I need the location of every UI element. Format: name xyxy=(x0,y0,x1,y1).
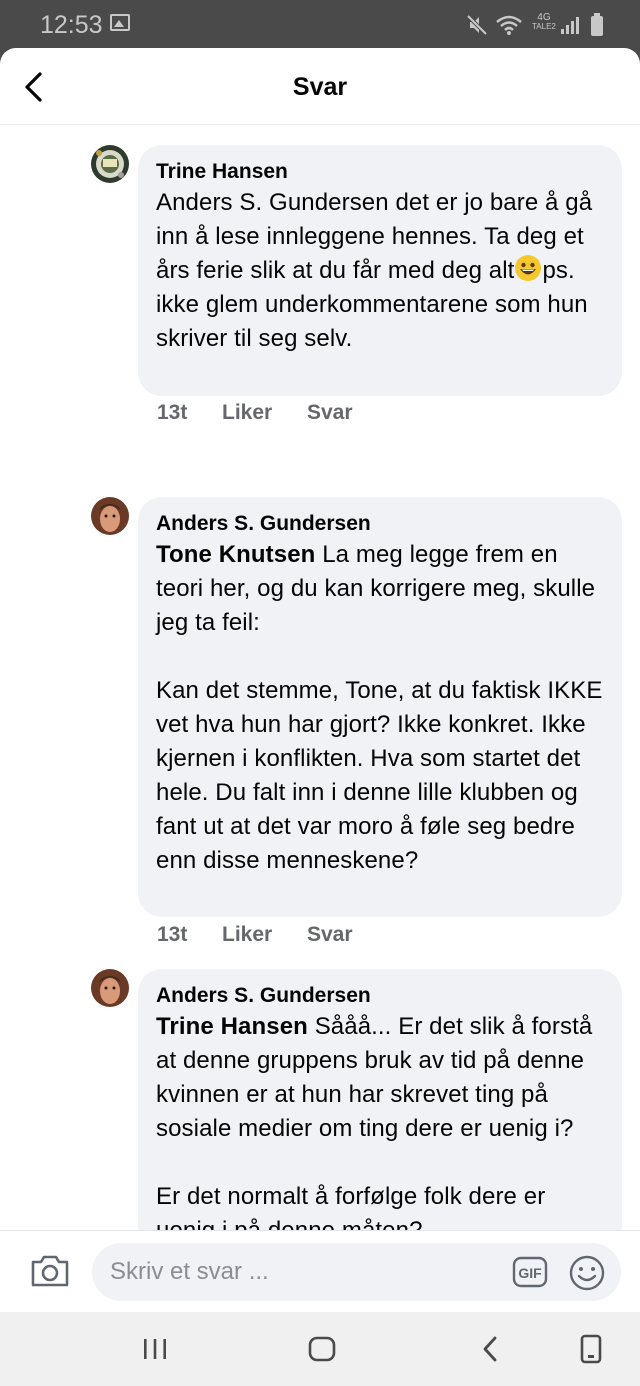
avatar[interactable] xyxy=(91,497,129,535)
battery-icon xyxy=(591,13,603,36)
comment-author[interactable]: Anders S. Gundersen xyxy=(156,982,604,1010)
network-type: 4G xyxy=(537,12,551,23)
rotate-icon xyxy=(580,1334,602,1364)
comment-bubble[interactable]: Trine Hansen Anders S. Gundersen det er … xyxy=(138,145,622,396)
status-time: 12:53 xyxy=(40,11,103,39)
grinning-face-emoji xyxy=(515,255,542,281)
gallery-icon xyxy=(110,14,130,31)
avatar-anders-gundersen xyxy=(91,497,129,535)
comment-actions: 13t Liker Svar xyxy=(157,923,353,947)
comment-time: 13t xyxy=(157,401,188,424)
avatar[interactable] xyxy=(91,969,129,1007)
comment-text-part: La meg legge frem en teori her, og du ka… xyxy=(156,541,603,874)
comment-text: Anders S. Gundersen det er jo bare å gå … xyxy=(156,186,604,356)
comment-author[interactable]: Trine Hansen xyxy=(156,158,604,186)
avatar[interactable] xyxy=(91,145,129,183)
carrier-label: TALE2 xyxy=(532,22,556,31)
comment-text: Tone Knutsen La meg legge frem en teori … xyxy=(156,538,604,878)
comment-bubble[interactable]: Anders S. Gundersen Trine Hansen Sååå...… xyxy=(138,969,622,1230)
comment-time: 13t xyxy=(157,923,188,946)
gif-icon: GIF xyxy=(512,1256,548,1288)
emoji-button[interactable] xyxy=(568,1254,606,1292)
comment-bubble[interactable]: Anders S. Gundersen Tone Knutsen La meg … xyxy=(138,497,622,917)
signal-icon xyxy=(561,17,579,34)
replies-sheet: Svar Trine Hansen Anders S. Gundersen de… xyxy=(0,48,640,1386)
mention-link[interactable]: Tone Knutsen xyxy=(156,541,315,568)
gif-button[interactable]: GIF xyxy=(512,1255,548,1289)
reply-input[interactable] xyxy=(110,1243,500,1301)
header: Svar xyxy=(0,48,640,125)
recent-apps-button[interactable] xyxy=(140,1332,170,1366)
reply-button[interactable]: Svar xyxy=(307,923,353,947)
comment-actions: 13t Liker Svar xyxy=(157,401,353,425)
comment-list[interactable]: Trine Hansen Anders S. Gundersen det er … xyxy=(0,126,640,1230)
home-icon xyxy=(308,1336,336,1362)
system-nav-bar xyxy=(0,1312,640,1386)
page-title: Svar xyxy=(292,73,348,101)
mention-link[interactable]: Trine Hansen xyxy=(156,1013,308,1040)
back-icon xyxy=(483,1336,497,1362)
reply-button[interactable]: Svar xyxy=(307,401,353,425)
comment-text: Trine Hansen Sååå... Er det slik å forst… xyxy=(156,1010,604,1230)
like-button[interactable]: Liker xyxy=(222,923,307,947)
status-bar: 12:53 4G TALE2 xyxy=(0,0,640,50)
reply-input-container[interactable]: GIF xyxy=(92,1243,621,1301)
camera-button[interactable] xyxy=(30,1253,70,1289)
mute-icon xyxy=(466,14,488,36)
wifi-icon xyxy=(496,15,522,35)
avatar-anders-gundersen xyxy=(91,969,129,1007)
camera-icon xyxy=(31,1255,69,1287)
comment-text-part: Sååå... Er det slik å forstå at denne gr… xyxy=(156,1013,593,1230)
recent-apps-icon xyxy=(144,1339,166,1359)
network-label: 4G TALE2 xyxy=(532,12,556,32)
system-back-button[interactable] xyxy=(475,1332,505,1366)
rotate-button[interactable] xyxy=(577,1332,605,1366)
like-button[interactable]: Liker xyxy=(222,401,307,425)
reply-composer: GIF xyxy=(0,1230,640,1312)
smiley-icon xyxy=(569,1255,605,1291)
comment-author[interactable]: Anders S. Gundersen xyxy=(156,510,604,538)
gif-label: GIF xyxy=(518,1265,542,1281)
home-button[interactable] xyxy=(306,1332,338,1366)
avatar-trine-hansen xyxy=(91,145,129,183)
